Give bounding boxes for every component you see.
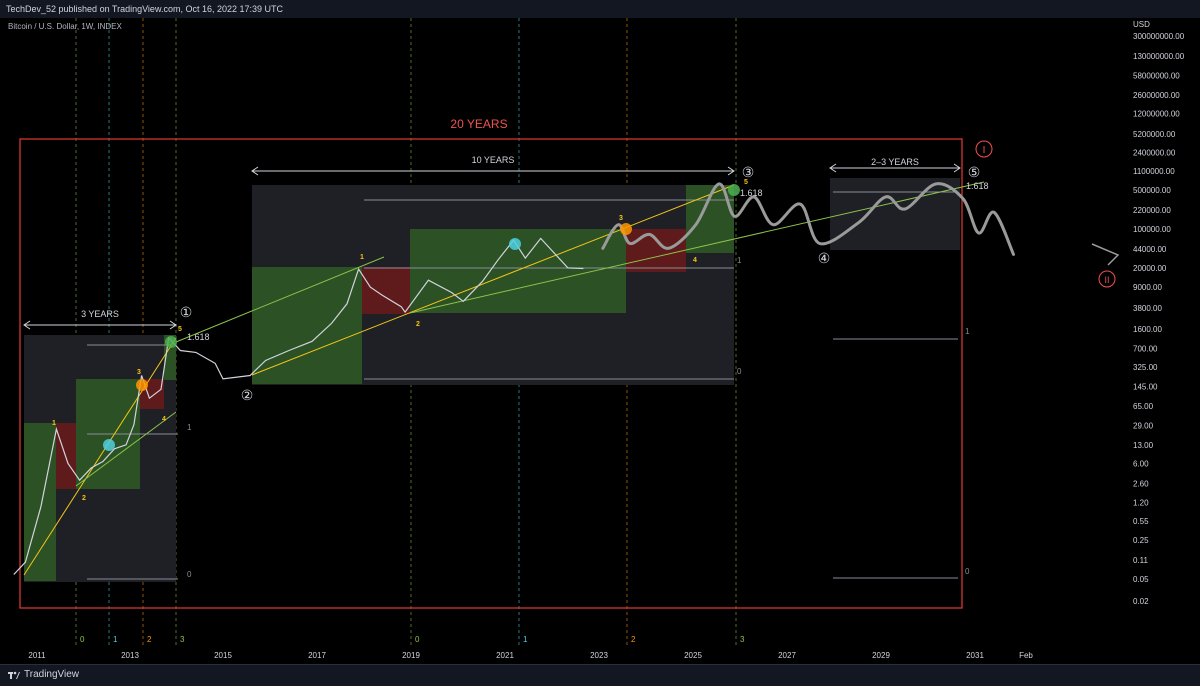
fib-level-label: 0 bbox=[737, 367, 742, 376]
y-tick-label: 44000.00 bbox=[1133, 245, 1167, 254]
x-tick-label: 2021 bbox=[496, 651, 514, 660]
y-tick-label: 0.05 bbox=[1133, 575, 1149, 584]
x-tick-label: 2011 bbox=[28, 651, 46, 660]
fib-level-label: 1 bbox=[965, 327, 970, 336]
annotation-label: 1.618 bbox=[740, 188, 763, 198]
pivot-dot bbox=[136, 379, 148, 391]
wave-count-label: 4 bbox=[693, 257, 697, 264]
y-tick-label: 26000000.00 bbox=[1133, 91, 1180, 100]
y-tick-label: 9000.00 bbox=[1133, 283, 1162, 292]
wave-count-label: 5 bbox=[744, 179, 748, 186]
wave-count-label: 4 bbox=[162, 416, 166, 423]
y-tick-label: 29.00 bbox=[1133, 421, 1154, 430]
wave-count-label: 1 bbox=[52, 420, 56, 427]
red-box bbox=[362, 267, 410, 314]
y-tick-label: 1.20 bbox=[1133, 498, 1149, 507]
y-tick-label: 13.00 bbox=[1133, 441, 1154, 450]
annotation-label: 1.618 bbox=[966, 181, 989, 191]
cycle-marker: 3 bbox=[180, 635, 185, 644]
pivot-dot bbox=[620, 223, 632, 235]
x-tick-label: 2023 bbox=[590, 651, 608, 660]
annotation-label: 2–3 YEARS bbox=[871, 157, 919, 167]
y-tick-label: 5200000.00 bbox=[1133, 130, 1176, 139]
x-tick-label: 2013 bbox=[121, 651, 139, 660]
y-tick-label: 220000.00 bbox=[1133, 206, 1171, 215]
y-tick-label: 325.00 bbox=[1133, 363, 1158, 372]
y-tick-label: 700.00 bbox=[1133, 345, 1158, 354]
cycle-marker: 1 bbox=[523, 635, 528, 644]
fib-level-label: 0 bbox=[965, 567, 970, 576]
x-tick-label: 2015 bbox=[214, 651, 232, 660]
x-tick-label: 2031 bbox=[966, 651, 984, 660]
annotation-label: ④ bbox=[818, 250, 831, 266]
x-tick-label: 2029 bbox=[872, 651, 890, 660]
cycle-marker: 3 bbox=[740, 635, 745, 644]
wave-count-label: 3 bbox=[619, 215, 623, 222]
fib-level-label: 1 bbox=[187, 423, 192, 432]
y-tick-label: 65.00 bbox=[1133, 402, 1154, 411]
y-tick-label: 58000000.00 bbox=[1133, 72, 1180, 81]
y-axis-unit: USD bbox=[1133, 20, 1150, 29]
annotation-label: II bbox=[1104, 275, 1109, 285]
y-tick-label: 1600.00 bbox=[1133, 325, 1162, 334]
annotation-label: 10 YEARS bbox=[472, 155, 515, 165]
cycle-marker: 0 bbox=[415, 635, 420, 644]
annotation-label: ③ bbox=[742, 164, 755, 180]
symbol-title: Bitcoin / U.S. Dollar, 1W, INDEX bbox=[8, 22, 122, 31]
y-tick-label: 145.00 bbox=[1133, 383, 1158, 392]
annotation-label: 3 YEARS bbox=[81, 309, 119, 319]
fib-level-label: 0 bbox=[187, 570, 192, 579]
footer-brand: TradingView bbox=[24, 669, 80, 680]
pivot-dot bbox=[103, 439, 115, 451]
y-tick-label: 0.02 bbox=[1133, 597, 1149, 606]
footer-bar: TradingView bbox=[0, 664, 1200, 686]
y-tick-label: 300000000.00 bbox=[1133, 32, 1185, 41]
fib-level-label: 1 bbox=[737, 256, 742, 265]
y-tick-label: 1100000.00 bbox=[1133, 167, 1175, 176]
x-tick-label: 2025 bbox=[684, 651, 702, 660]
green-box bbox=[24, 423, 56, 581]
pivot-dot bbox=[509, 238, 521, 250]
annotation-label: ① bbox=[180, 304, 193, 320]
green-box bbox=[252, 267, 362, 384]
y-tick-label: 500000.00 bbox=[1133, 186, 1171, 195]
wave-count-label: 3 bbox=[137, 369, 141, 376]
publish-line: TechDev_52 published on TradingView.com,… bbox=[6, 4, 284, 14]
price-chart[interactable]: Bitcoin / U.S. Dollar, 1W, INDEX USD 012… bbox=[0, 18, 1200, 664]
y-tick-label: 0.25 bbox=[1133, 536, 1149, 545]
x-tick-label: 2017 bbox=[308, 651, 326, 660]
x-tick-label: 2019 bbox=[402, 651, 420, 660]
wave-count-label: 1 bbox=[360, 254, 364, 261]
pivot-dot bbox=[165, 336, 177, 348]
cycle-marker: 2 bbox=[147, 635, 152, 644]
y-tick-label: 6.00 bbox=[1133, 459, 1149, 468]
red-box bbox=[626, 229, 686, 272]
annotation-label: 20 YEARS bbox=[450, 117, 507, 131]
pivot-dot bbox=[728, 184, 740, 196]
y-tick-label: 3800.00 bbox=[1133, 304, 1162, 313]
tradingview-logo-icon bbox=[8, 671, 20, 679]
cycle-marker: 1 bbox=[113, 635, 118, 644]
annotation-label: 1.618 bbox=[187, 332, 210, 342]
gray-box bbox=[830, 178, 960, 250]
publish-header: TechDev_52 published on TradingView.com,… bbox=[0, 0, 1200, 18]
y-tick-label: 0.55 bbox=[1133, 517, 1149, 526]
annotation-label: I bbox=[983, 145, 986, 156]
cycle-marker: 2 bbox=[631, 635, 636, 644]
annotation-label: ⑤ bbox=[968, 164, 981, 180]
y-tick-label: 100000.00 bbox=[1133, 225, 1171, 234]
y-tick-label: 12000000.00 bbox=[1133, 110, 1180, 119]
y-tick-label: 130000000.00 bbox=[1133, 52, 1185, 61]
y-tick-label: 2.60 bbox=[1133, 480, 1149, 489]
wave-count-label: 5 bbox=[178, 326, 182, 333]
y-tick-label: 2400000.00 bbox=[1133, 148, 1176, 157]
wave-count-label: 2 bbox=[82, 495, 86, 502]
cycle-marker: 0 bbox=[80, 635, 85, 644]
annotation-label: ② bbox=[241, 387, 254, 403]
y-tick-label: 20000.00 bbox=[1133, 264, 1167, 273]
x-tick-label: Feb bbox=[1019, 651, 1033, 660]
y-tick-label: 0.11 bbox=[1133, 556, 1149, 565]
wave-count-label: 2 bbox=[416, 321, 420, 328]
x-tick-label: 2027 bbox=[778, 651, 796, 660]
